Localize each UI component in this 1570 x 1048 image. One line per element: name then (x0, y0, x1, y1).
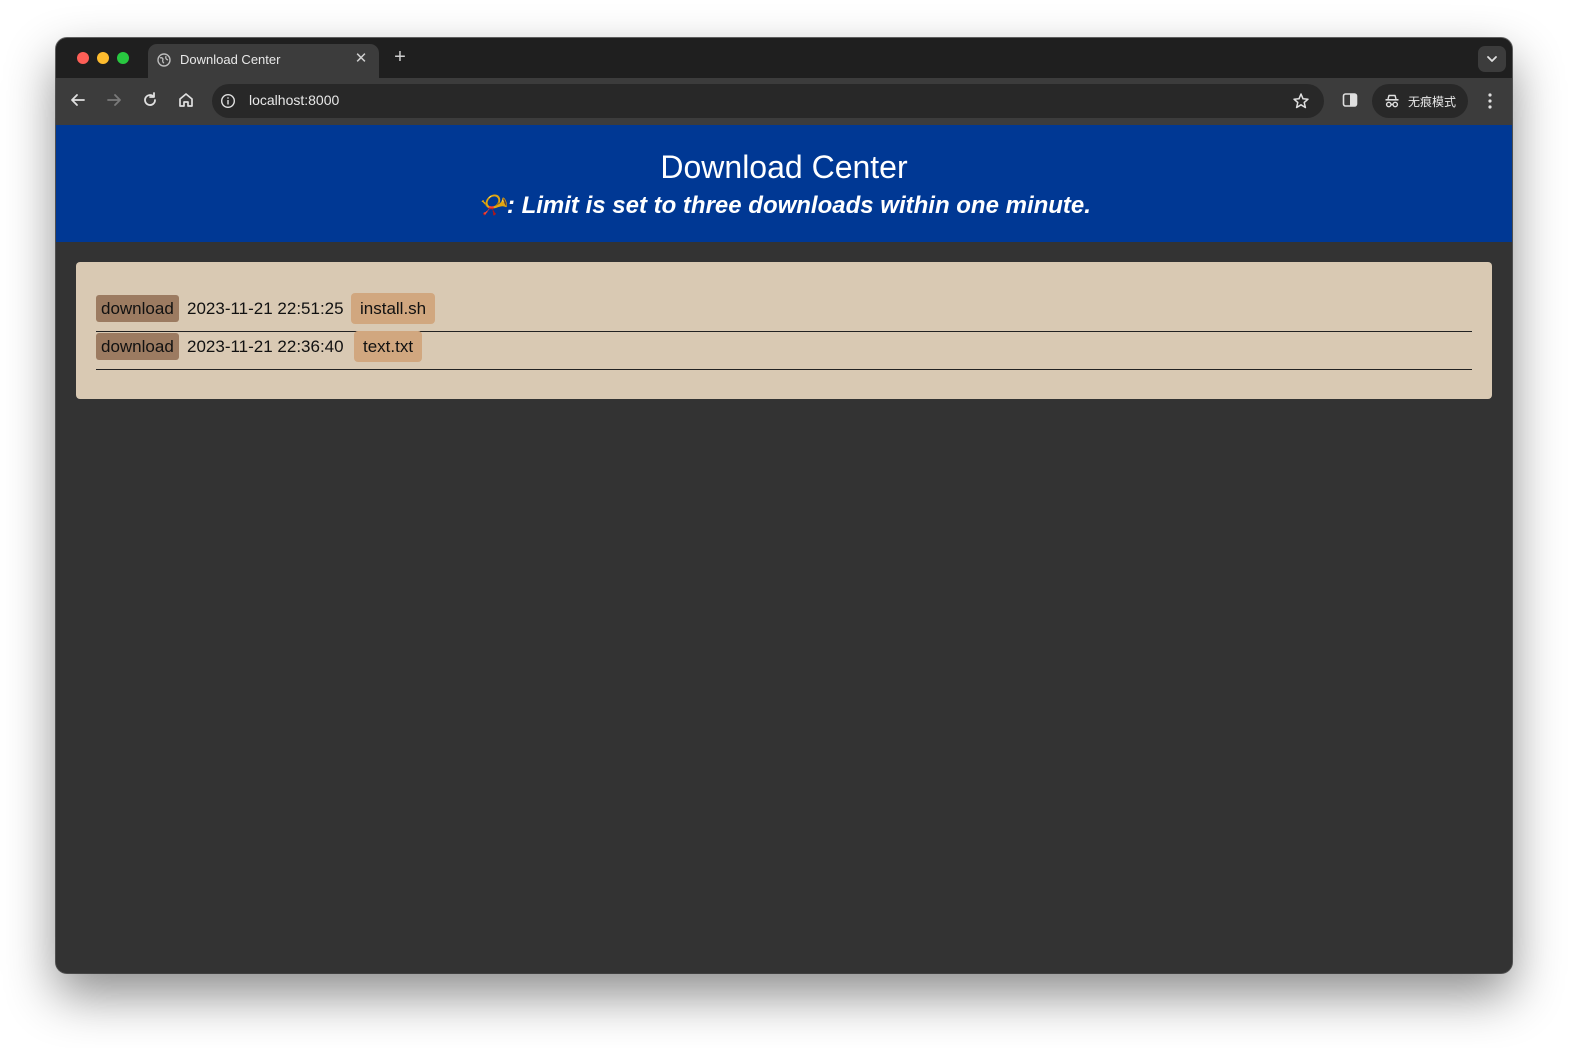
minimize-window-button[interactable] (97, 52, 109, 64)
maximize-window-button[interactable] (117, 52, 129, 64)
download-filename: install.sh (351, 293, 436, 324)
reload-icon[interactable] (140, 90, 160, 110)
tab-strip: Download Center ✕ + (56, 38, 1512, 78)
header-banner: Download Center 📯: Limit is set to three… (56, 125, 1512, 242)
close-icon[interactable]: ✕ (352, 50, 370, 68)
browser-toolbar: localhost:8000 无痕模式 (56, 78, 1512, 125)
address-bar[interactable]: localhost:8000 (212, 84, 1324, 118)
browser-window: Download Center ✕ + localhost:8000 无痕模式 … (56, 38, 1512, 973)
download-timestamp: 2023-11-21 22:51:25 (187, 299, 344, 318)
tab-title: Download Center (180, 52, 281, 67)
star-icon[interactable] (1292, 92, 1310, 110)
plus-icon[interactable]: + (388, 45, 412, 69)
download-button[interactable]: download (96, 333, 179, 360)
download-row: download 2023-11-21 22:51:25 install.sh (96, 293, 1472, 332)
incognito-icon (1385, 94, 1399, 108)
globe-icon (157, 53, 171, 67)
incognito-indicator[interactable]: 无痕模式 (1372, 84, 1468, 118)
home-icon[interactable] (176, 90, 196, 110)
close-window-button[interactable] (77, 52, 89, 64)
download-limit-notice: 📯: Limit is set to three downloads withi… (477, 192, 1091, 219)
address-url[interactable]: localhost:8000 (249, 92, 339, 108)
info-icon[interactable] (220, 93, 236, 109)
tab-search-button[interactable] (1478, 46, 1506, 72)
kebab-menu-icon[interactable] (1482, 91, 1498, 111)
download-row: download 2023-11-21 22:36:40 text.txt (96, 331, 1472, 370)
download-timestamp: 2023-11-21 22:36:40 (187, 337, 344, 356)
incognito-label: 无痕模式 (1408, 95, 1457, 109)
page-content: Download Center 📯: Limit is set to three… (56, 125, 1512, 973)
page-title: Download Center (660, 149, 908, 185)
forward-arrow-icon[interactable] (104, 90, 124, 110)
chevron-down-icon (1487, 56, 1497, 62)
download-filename: text.txt (354, 331, 423, 362)
download-button[interactable]: download (96, 295, 179, 322)
back-arrow-icon[interactable] (68, 90, 88, 110)
downloads-panel: download 2023-11-21 22:51:25 install.sh … (76, 262, 1492, 399)
tab-download-center[interactable]: Download Center ✕ (148, 44, 379, 78)
side-panel-icon[interactable] (1341, 91, 1359, 109)
